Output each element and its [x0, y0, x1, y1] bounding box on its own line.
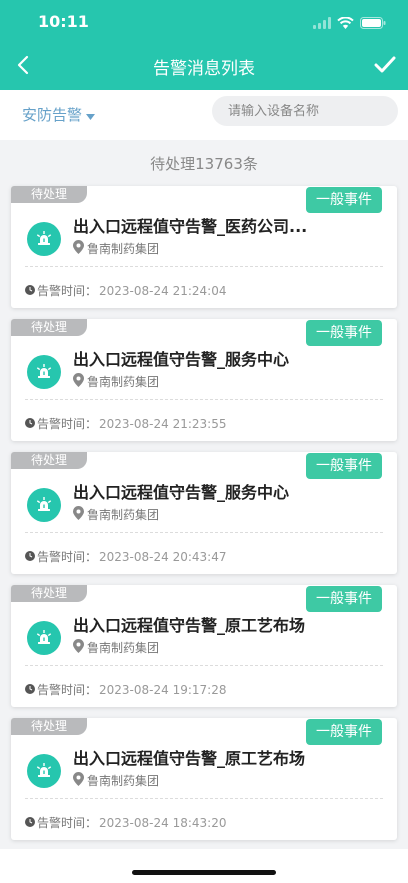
alarm-icon [27, 222, 61, 256]
battery-icon [360, 14, 386, 33]
page-title: 告警消息列表 [153, 59, 255, 79]
divider [25, 266, 383, 267]
alarm-icon [27, 488, 61, 522]
signal-icon [313, 14, 331, 33]
company-name: 鲁南制药集团 [87, 375, 160, 389]
alarm-time-row: 告警时间： 2023-08-24 21:24:04 [25, 282, 226, 299]
alarm-time-row: 告警时间： 2023-08-24 19:17:28 [25, 681, 226, 698]
clock-icon [25, 550, 35, 564]
company-name: 鲁南制药集团 [87, 774, 160, 788]
clock-icon [25, 816, 35, 830]
event-level-badge[interactable]: 一般事件 [306, 320, 382, 346]
pending-count: 待处理13763条 [150, 155, 258, 173]
divider [25, 798, 383, 799]
confirm-button[interactable] [368, 50, 402, 84]
time-label: 告警时间： [37, 417, 98, 431]
alarm-title: 出入口远程值守告警_原工艺布场 [73, 616, 306, 635]
search-box [212, 96, 398, 126]
alarm-type-dropdown[interactable]: 安防告警 [22, 104, 96, 125]
status-time: 10:11 [38, 12, 89, 31]
location-pin-icon [73, 639, 84, 656]
alarm-title: 出入口远程值守告警_服务中心 [73, 350, 290, 369]
alarm-title: 出入口远程值守告警_服务中心 [73, 483, 290, 502]
nav-bar: 告警消息列表 [0, 44, 408, 90]
home-indicator [132, 870, 276, 875]
event-level-badge[interactable]: 一般事件 [306, 586, 382, 612]
time-value: 2023-08-24 20:43:47 [99, 549, 227, 564]
time-value: 2023-08-24 21:24:04 [99, 283, 227, 298]
clock-icon [25, 417, 35, 431]
event-level-badge[interactable]: 一般事件 [306, 453, 382, 479]
time-label: 告警时间： [37, 683, 98, 697]
alarm-title: 出入口远程值守告警_医药公司... [73, 217, 308, 236]
time-label: 告警时间： [37, 284, 98, 298]
divider [25, 399, 383, 400]
time-value: 2023-08-24 19:17:28 [99, 682, 227, 697]
alarm-company: 鲁南制药集团 [73, 639, 159, 656]
company-name: 鲁南制药集团 [87, 242, 160, 256]
status-tag: 待处理 [11, 585, 87, 602]
alarm-card[interactable]: 待处理 一般事件 出入口远程值守告警_原工艺布场 鲁南制药集团 告警时间： 20… [11, 585, 397, 707]
wifi-icon [337, 14, 354, 33]
alarm-icon [27, 621, 61, 655]
alarm-company: 鲁南制药集团 [73, 506, 159, 523]
status-bar: 10:11 [0, 0, 408, 44]
alarm-time-row: 告警时间： 2023-08-24 18:43:20 [25, 814, 226, 831]
location-pin-icon [73, 506, 84, 523]
time-value: 2023-08-24 18:43:20 [99, 815, 227, 830]
check-icon [374, 56, 396, 78]
device-search-input[interactable] [228, 103, 388, 119]
alarm-card[interactable]: 待处理 一般事件 出入口远程值守告警_医药公司... 鲁南制药集团 告警时间： … [11, 186, 397, 308]
clock-icon [25, 683, 35, 697]
company-name: 鲁南制药集团 [87, 508, 160, 522]
alarm-time-row: 告警时间： 2023-08-24 20:43:47 [25, 548, 226, 565]
alarm-company: 鲁南制药集团 [73, 240, 159, 257]
alarm-company: 鲁南制药集团 [73, 373, 159, 390]
filter-bar: 安防告警 [0, 90, 408, 140]
alarm-company: 鲁南制药集团 [73, 772, 159, 789]
time-label: 告警时间： [37, 816, 98, 830]
alarm-card[interactable]: 待处理 一般事件 出入口远程值守告警_原工艺布场 鲁南制药集团 告警时间： 20… [11, 718, 397, 840]
alarm-type-label: 安防告警 [22, 106, 83, 124]
company-name: 鲁南制药集团 [87, 641, 160, 655]
app-header: 10:11 告警消息列表 [0, 0, 408, 90]
bottom-safe-area [0, 849, 408, 883]
status-icons [313, 14, 386, 33]
alarm-card[interactable]: 待处理 一般事件 出入口远程值守告警_服务中心 鲁南制药集团 告警时间： 202… [11, 452, 397, 574]
alarm-time-row: 告警时间： 2023-08-24 21:23:55 [25, 415, 226, 432]
alarm-card[interactable]: 待处理 一般事件 出入口远程值守告警_服务中心 鲁南制药集团 告警时间： 202… [11, 319, 397, 441]
location-pin-icon [73, 240, 84, 257]
time-value: 2023-08-24 21:23:55 [99, 416, 227, 431]
location-pin-icon [73, 373, 84, 390]
status-tag: 待处理 [11, 718, 87, 735]
divider [25, 532, 383, 533]
status-tag: 待处理 [11, 319, 87, 336]
status-tag: 待处理 [11, 186, 87, 203]
alarm-icon [27, 754, 61, 788]
event-level-badge[interactable]: 一般事件 [306, 719, 382, 745]
alarm-icon [27, 355, 61, 389]
divider [25, 665, 383, 666]
caret-down-icon [86, 106, 96, 124]
clock-icon [25, 284, 35, 298]
location-pin-icon [73, 772, 84, 789]
alarm-title: 出入口远程值守告警_原工艺布场 [73, 749, 306, 768]
time-label: 告警时间： [37, 550, 98, 564]
event-level-badge[interactable]: 一般事件 [306, 187, 382, 213]
status-tag: 待处理 [11, 452, 87, 469]
